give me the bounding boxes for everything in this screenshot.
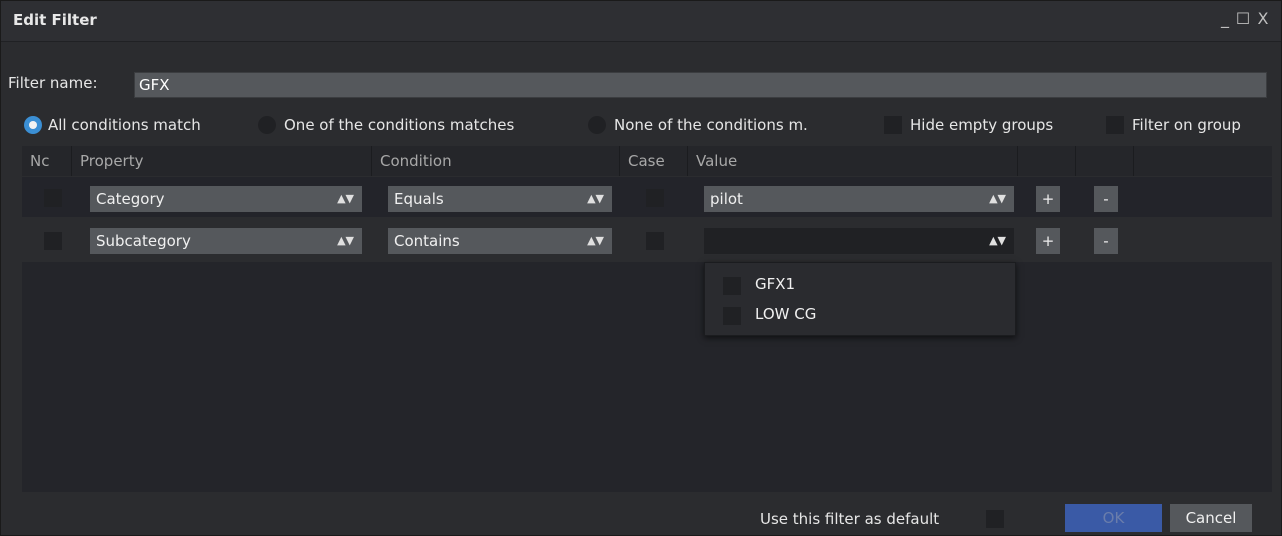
column-add bbox=[1018, 146, 1076, 176]
row2-case-checkbox[interactable] bbox=[646, 232, 664, 250]
maximize-icon[interactable]: ☐ bbox=[1233, 9, 1253, 29]
chevron-updown-icon: ▲▼ bbox=[587, 234, 604, 247]
close-icon[interactable]: X bbox=[1253, 9, 1273, 29]
one-condition-radio[interactable] bbox=[258, 116, 276, 134]
dropdown-item-gfx1[interactable]: GFX1 bbox=[755, 275, 795, 293]
dropdown-item-checkbox[interactable] bbox=[723, 277, 741, 295]
row1-not-checkbox[interactable] bbox=[44, 189, 62, 207]
title-bar: Edit Filter _ ☐ X bbox=[1, 1, 1281, 42]
dropdown-item-checkbox[interactable] bbox=[723, 307, 741, 325]
chevron-updown-icon: ▲▼ bbox=[989, 192, 1006, 205]
value-dropdown: GFX1 LOW CG bbox=[704, 262, 1016, 336]
row2-add-button[interactable]: + bbox=[1036, 228, 1060, 254]
row1-value-text: pilot bbox=[710, 190, 743, 208]
none-condition-label: None of the conditions m. bbox=[614, 116, 808, 134]
default-filter-checkbox[interactable] bbox=[986, 510, 1004, 528]
chevron-updown-icon: ▲▼ bbox=[587, 192, 604, 205]
dropdown-item-low-cg[interactable]: LOW CG bbox=[755, 305, 816, 323]
column-property[interactable]: Property bbox=[72, 146, 372, 176]
chevron-updown-icon: ▲▼ bbox=[337, 234, 354, 247]
row2-condition-select[interactable]: Contains ▲▼ bbox=[388, 228, 612, 254]
row2-not-checkbox[interactable] bbox=[44, 232, 62, 250]
none-condition-radio[interactable] bbox=[588, 116, 606, 134]
chevron-updown-icon: ▲▼ bbox=[989, 234, 1006, 247]
one-condition-label: One of the conditions matches bbox=[284, 116, 515, 134]
default-filter-label: Use this filter as default bbox=[760, 510, 940, 528]
filter-group-checkbox[interactable] bbox=[1106, 116, 1124, 134]
hide-empty-checkbox[interactable] bbox=[884, 116, 902, 134]
cancel-button[interactable]: Cancel bbox=[1170, 504, 1252, 532]
row2-remove-button[interactable]: - bbox=[1094, 228, 1118, 254]
all-conditions-radio[interactable] bbox=[24, 116, 42, 134]
row1-add-button[interactable]: + bbox=[1036, 186, 1060, 212]
row1-condition-value: Equals bbox=[394, 190, 444, 208]
row1-condition-select[interactable]: Equals ▲▼ bbox=[388, 186, 612, 212]
row1-remove-button[interactable]: - bbox=[1094, 186, 1118, 212]
window-title: Edit Filter bbox=[13, 11, 97, 29]
row1-value-select[interactable]: pilot ▲▼ bbox=[704, 186, 1014, 212]
chevron-updown-icon: ▲▼ bbox=[337, 192, 354, 205]
row2-property-value: Subcategory bbox=[96, 232, 191, 250]
grid-body bbox=[22, 262, 1272, 492]
column-remove bbox=[1076, 146, 1134, 176]
row2-condition-value: Contains bbox=[394, 232, 460, 250]
column-value[interactable]: Value bbox=[688, 146, 1018, 176]
row1-property-value: Category bbox=[96, 190, 165, 208]
column-not[interactable]: Nc bbox=[22, 146, 72, 176]
hide-empty-label: Hide empty groups bbox=[910, 116, 1054, 134]
minimize-icon[interactable]: _ bbox=[1215, 9, 1235, 29]
filter-name-label: Filter name: bbox=[8, 74, 98, 92]
row2-property-select[interactable]: Subcategory ▲▼ bbox=[90, 228, 362, 254]
row2-value-select[interactable]: ▲▼ bbox=[704, 228, 1014, 254]
all-conditions-label: All conditions match bbox=[48, 116, 201, 134]
column-case[interactable]: Case bbox=[620, 146, 688, 176]
ok-button[interactable]: OK bbox=[1065, 504, 1162, 532]
filter-name-input[interactable] bbox=[134, 72, 1267, 98]
row1-property-select[interactable]: Category ▲▼ bbox=[90, 186, 362, 212]
column-condition[interactable]: Condition bbox=[372, 146, 620, 176]
row1-case-checkbox[interactable] bbox=[646, 189, 664, 207]
filter-group-label: Filter on group bbox=[1132, 116, 1241, 134]
